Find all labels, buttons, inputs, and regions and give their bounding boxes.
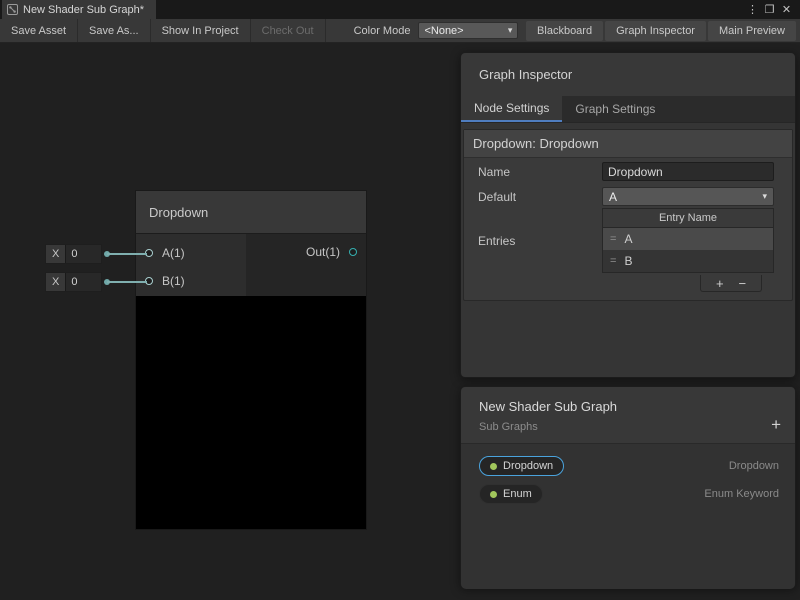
shader-graph-window: New Shader Sub Graph* ⋮ ❐ ✕ Save Asset S… (0, 0, 800, 600)
entries-label: Entries (478, 234, 602, 248)
entries-list-footer: + − (700, 275, 762, 292)
section-title: Dropdown: Dropdown (464, 130, 792, 158)
show-in-project-button[interactable]: Show In Project (151, 19, 251, 42)
entry-row-b[interactable]: = B (603, 250, 773, 272)
node-header[interactable]: Dropdown (135, 190, 367, 234)
port-b-label: B(1) (162, 274, 185, 288)
add-entry-button[interactable]: + (716, 277, 724, 290)
slot-a-value-field[interactable]: 0 (65, 245, 101, 263)
port-out-label: Out(1) (306, 245, 340, 259)
color-mode-value: <None> (424, 25, 463, 37)
property-label: Enum (503, 488, 532, 500)
slot-b-value-field[interactable]: 0 (65, 273, 101, 291)
shader-graph-asset-icon (7, 4, 18, 15)
node-ports: A(1) B(1) Out(1) (135, 234, 367, 296)
drag-handle-icon[interactable]: = (603, 233, 624, 245)
default-dropdown[interactable]: A ▾ (602, 187, 774, 206)
entries-property-row: Entries Entry Name = A = B (464, 208, 792, 275)
enum-property-pill[interactable]: Enum (479, 484, 543, 504)
default-property-row: Default A ▾ (464, 185, 792, 208)
output-port-out[interactable]: Out(1) (306, 245, 357, 259)
titlebar: New Shader Sub Graph* ⋮ ❐ ✕ (0, 0, 800, 19)
name-label: Name (478, 165, 602, 179)
save-asset-button[interactable]: Save Asset (0, 19, 78, 42)
blackboard-item-dropdown: Dropdown Dropdown (461, 452, 795, 480)
property-type-label: Dropdown (729, 460, 779, 472)
slot-a-axis-label: X (46, 248, 65, 260)
color-mode-label: Color Mode (326, 25, 419, 37)
property-type-dot-icon (490, 491, 497, 498)
edge-a[interactable] (107, 253, 147, 255)
inspector-title: Graph Inspector (461, 53, 795, 96)
entry-row-a[interactable]: = A (603, 228, 773, 250)
window-controls: ⋮ ❐ ✕ (744, 0, 800, 19)
save-as-button[interactable]: Save As... (78, 19, 151, 42)
document-tab[interactable]: New Shader Sub Graph* (2, 0, 156, 19)
slot-a-value-widget: X 0 (45, 244, 102, 264)
tab-node-settings[interactable]: Node Settings (461, 96, 562, 122)
toolbar-right-group: Blackboard Graph Inspector Main Preview (525, 19, 800, 42)
graph-inspector-toggle-button[interactable]: Graph Inspector (605, 21, 706, 41)
default-value: A (609, 190, 617, 204)
edge-b[interactable] (107, 281, 147, 283)
blackboard-title: New Shader Sub Graph (479, 399, 779, 414)
port-out-circle-icon[interactable] (349, 248, 357, 256)
slot-b-axis-label: X (46, 276, 65, 288)
tab-title: New Shader Sub Graph* (23, 4, 144, 16)
tab-graph-settings[interactable]: Graph Settings (562, 96, 668, 122)
entry-name[interactable]: A (624, 232, 632, 246)
entries-table: Entry Name = A = B (602, 208, 774, 273)
node-title: Dropdown (149, 205, 208, 220)
close-icon[interactable]: ✕ (778, 3, 795, 16)
dropdown-node[interactable]: Dropdown A(1) B(1) Out(1) (135, 190, 367, 530)
blackboard-toggle-button[interactable]: Blackboard (526, 21, 603, 41)
color-mode-dropdown[interactable]: <None> ▾ (418, 22, 518, 39)
dropdown-property-pill[interactable]: Dropdown (479, 456, 564, 476)
property-type-label: Enum Keyword (704, 488, 779, 500)
drag-handle-icon[interactable]: = (603, 255, 624, 267)
blackboard-body: Dropdown Dropdown Enum Enum Keyword (461, 444, 795, 589)
property-label: Dropdown (503, 460, 553, 472)
maximize-icon[interactable]: ❐ (761, 3, 778, 16)
input-port-b[interactable]: B(1) (136, 267, 246, 295)
name-property-row: Name (464, 160, 792, 183)
node-preview (135, 296, 367, 530)
toolbar: Save Asset Save As... Show In Project Ch… (0, 19, 800, 43)
blackboard-subtitle: Sub Graphs (479, 421, 779, 433)
blackboard-panel: New Shader Sub Graph Sub Graphs + Dropdo… (460, 386, 796, 588)
node-input-column: A(1) B(1) (136, 234, 246, 296)
property-type-dot-icon (490, 463, 497, 470)
name-input[interactable] (602, 162, 774, 181)
slot-b-value-widget: X 0 (45, 272, 102, 292)
default-label: Default (478, 190, 602, 204)
window-menu-icon[interactable]: ⋮ (744, 3, 761, 16)
remove-entry-button[interactable]: − (738, 277, 746, 290)
port-a-label: A(1) (162, 246, 185, 260)
dropdown-settings-section: Dropdown: Dropdown Name Default A ▾ Entr… (463, 129, 793, 301)
chevron-down-icon: ▾ (762, 191, 767, 202)
entries-column-header: Entry Name (603, 209, 773, 228)
entry-name[interactable]: B (624, 254, 632, 268)
check-out-button: Check Out (251, 19, 326, 42)
inspector-tabbar: Node Settings Graph Settings (461, 96, 795, 123)
chevron-down-icon: ▾ (508, 25, 513, 36)
input-port-a[interactable]: A(1) (136, 239, 246, 267)
node-output-column: Out(1) (246, 234, 366, 296)
blackboard-header: New Shader Sub Graph Sub Graphs + (461, 387, 795, 444)
add-property-button[interactable]: + (771, 415, 781, 435)
main-preview-toggle-button[interactable]: Main Preview (708, 21, 796, 41)
graph-inspector-panel: Graph Inspector Node Settings Graph Sett… (460, 52, 796, 378)
blackboard-item-enum: Enum Enum Keyword (461, 480, 795, 508)
